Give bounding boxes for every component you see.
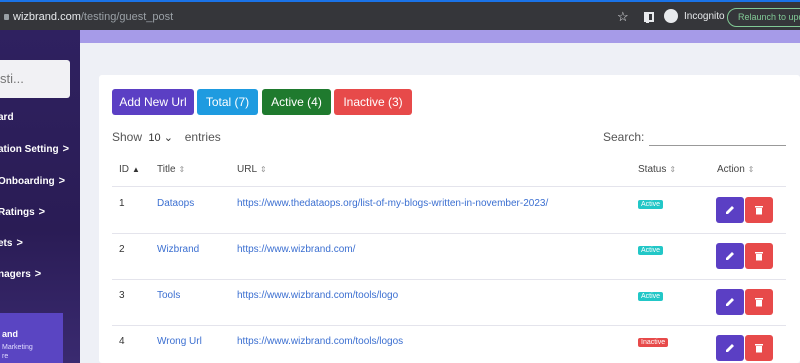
sort-icon: ⇕	[260, 165, 267, 174]
side-panel-icon[interactable]	[644, 12, 654, 23]
pencil-icon	[726, 252, 734, 260]
sort-icon: ⇕	[178, 165, 186, 174]
trash-icon	[755, 298, 763, 307]
sidebar-item-label: ets	[0, 238, 13, 249]
sidebar-item-label: ation Setting	[0, 144, 59, 155]
column-header-label: Action	[717, 164, 745, 175]
chevron-right-icon: >	[34, 268, 42, 280]
delete-button[interactable]	[745, 243, 773, 269]
cell-title[interactable]: Dataops	[157, 198, 194, 209]
total-filter-button[interactable]: Total (7)	[197, 89, 258, 115]
column-header-label: Title	[157, 164, 176, 175]
sidebar-item-label: Ratings	[0, 207, 35, 218]
column-header-id[interactable]: ID ▲	[119, 164, 140, 175]
edit-button[interactable]	[716, 197, 744, 223]
row-divider	[112, 279, 786, 280]
edit-button[interactable]	[716, 335, 744, 361]
sidebar-item-managers[interactable]: nagers >	[0, 268, 41, 280]
relaunch-button[interactable]: Relaunch to update	[727, 8, 800, 27]
cell-url[interactable]: https://www.wizbrand.com/tools/logos	[237, 336, 403, 347]
column-header-label: Status	[638, 164, 667, 175]
cell-title[interactable]: Tools	[157, 290, 180, 301]
browser-toolbar: wizbrand.com/testing/guest_post ☆ Incogn…	[0, 0, 800, 30]
entries-label: entries	[184, 130, 221, 144]
status-badge: Inactive	[638, 338, 669, 347]
pencil-icon	[726, 344, 734, 352]
pencil-icon	[726, 206, 734, 214]
cell-id: 2	[119, 244, 125, 255]
sidebar-item-label: Onboarding	[0, 176, 55, 187]
sidebar-search-input[interactable]: sti...	[0, 60, 70, 98]
add-new-url-button[interactable]: Add New Url	[112, 89, 194, 115]
cell-id: 4	[119, 336, 125, 347]
active-filter-button[interactable]: Active (4)	[262, 89, 331, 115]
incognito-label: Incognito	[684, 11, 725, 22]
address-bar[interactable]: wizbrand.com/testing/guest_post	[4, 11, 173, 23]
entries-value: 10	[148, 132, 161, 144]
sidebar-item-assets[interactable]: ets >	[0, 237, 23, 249]
url-host: wizbrand.com	[13, 11, 81, 23]
show-entries-control: Show 10 ⌄ entries	[112, 130, 221, 144]
incognito-icon	[664, 9, 678, 23]
chevron-right-icon: >	[62, 143, 69, 155]
trash-icon	[755, 206, 763, 215]
bookmark-star-icon[interactable]: ☆	[617, 9, 629, 25]
chevron-right-icon: >	[38, 206, 46, 218]
chevron-down-icon: ⌄	[163, 132, 173, 144]
sort-icon: ⇕	[669, 165, 677, 174]
search-label: Search:	[603, 130, 645, 144]
lock-icon	[4, 14, 9, 21]
sort-icon: ⇕	[747, 165, 755, 174]
column-header-url[interactable]: URL ⇕	[237, 164, 267, 175]
sidebar-item-configuration-setting[interactable]: ation Setting >	[0, 143, 69, 155]
edit-button[interactable]	[716, 289, 744, 315]
row-divider	[112, 233, 786, 234]
row-divider	[112, 325, 786, 326]
edit-button[interactable]	[716, 243, 744, 269]
cell-url[interactable]: https://www.wizbrand.com/tools/logo	[237, 290, 398, 301]
sidebar: sti... ard ation Setting > Onboarding > Ra…	[0, 30, 80, 363]
cell-id: 1	[119, 198, 125, 209]
chevron-right-icon: >	[58, 175, 66, 187]
sidebar-item-ratings[interactable]: Ratings >	[0, 206, 45, 218]
chevron-right-icon: >	[16, 237, 23, 249]
column-header-label: ID	[119, 164, 129, 175]
sidebar-item-dashboard[interactable]: ard	[0, 112, 14, 123]
brand-name: and	[2, 329, 19, 339]
sidebar-brand-card[interactable]: and Marketing re	[0, 313, 63, 363]
row-divider	[112, 186, 786, 187]
cell-title[interactable]: Wrong Url	[157, 336, 202, 347]
inactive-filter-button[interactable]: Inactive (3)	[334, 89, 412, 115]
trash-icon	[755, 252, 763, 261]
status-badge: Active	[638, 200, 664, 209]
trash-icon	[755, 344, 763, 353]
cell-url[interactable]: https://www.thedataops.org/list-of-my-bl…	[237, 198, 548, 209]
delete-button[interactable]	[745, 197, 773, 223]
column-header-status[interactable]: Status ⇕	[638, 164, 676, 175]
entries-select[interactable]: 10 ⌄	[148, 131, 178, 144]
delete-button[interactable]	[745, 289, 773, 315]
sidebar-item-label: ard	[0, 112, 14, 123]
show-label: Show	[112, 130, 143, 144]
cell-url[interactable]: https://www.wizbrand.com/	[237, 244, 355, 255]
content-card	[99, 75, 800, 363]
column-header-label: URL	[237, 164, 258, 175]
sidebar-item-label: nagers	[0, 269, 31, 280]
url-path: /testing/guest_post	[80, 11, 174, 23]
status-badge: Active	[638, 292, 664, 301]
status-badge: Active	[638, 246, 664, 255]
brand-tagline-2: re	[2, 353, 9, 360]
sidebar-item-onboarding[interactable]: Onboarding >	[0, 175, 65, 187]
column-header-title[interactable]: Title ⇕	[157, 164, 185, 175]
search-input[interactable]	[649, 132, 786, 146]
cell-id: 3	[119, 290, 125, 301]
brand-tagline-1: Marketing	[2, 344, 33, 351]
sort-asc-icon: ▲	[132, 165, 140, 174]
delete-button[interactable]	[745, 335, 773, 361]
column-header-action[interactable]: Action ⇕	[717, 164, 755, 175]
pencil-icon	[726, 298, 734, 306]
header-strip	[80, 30, 800, 43]
cell-title[interactable]: Wizbrand	[157, 244, 199, 255]
